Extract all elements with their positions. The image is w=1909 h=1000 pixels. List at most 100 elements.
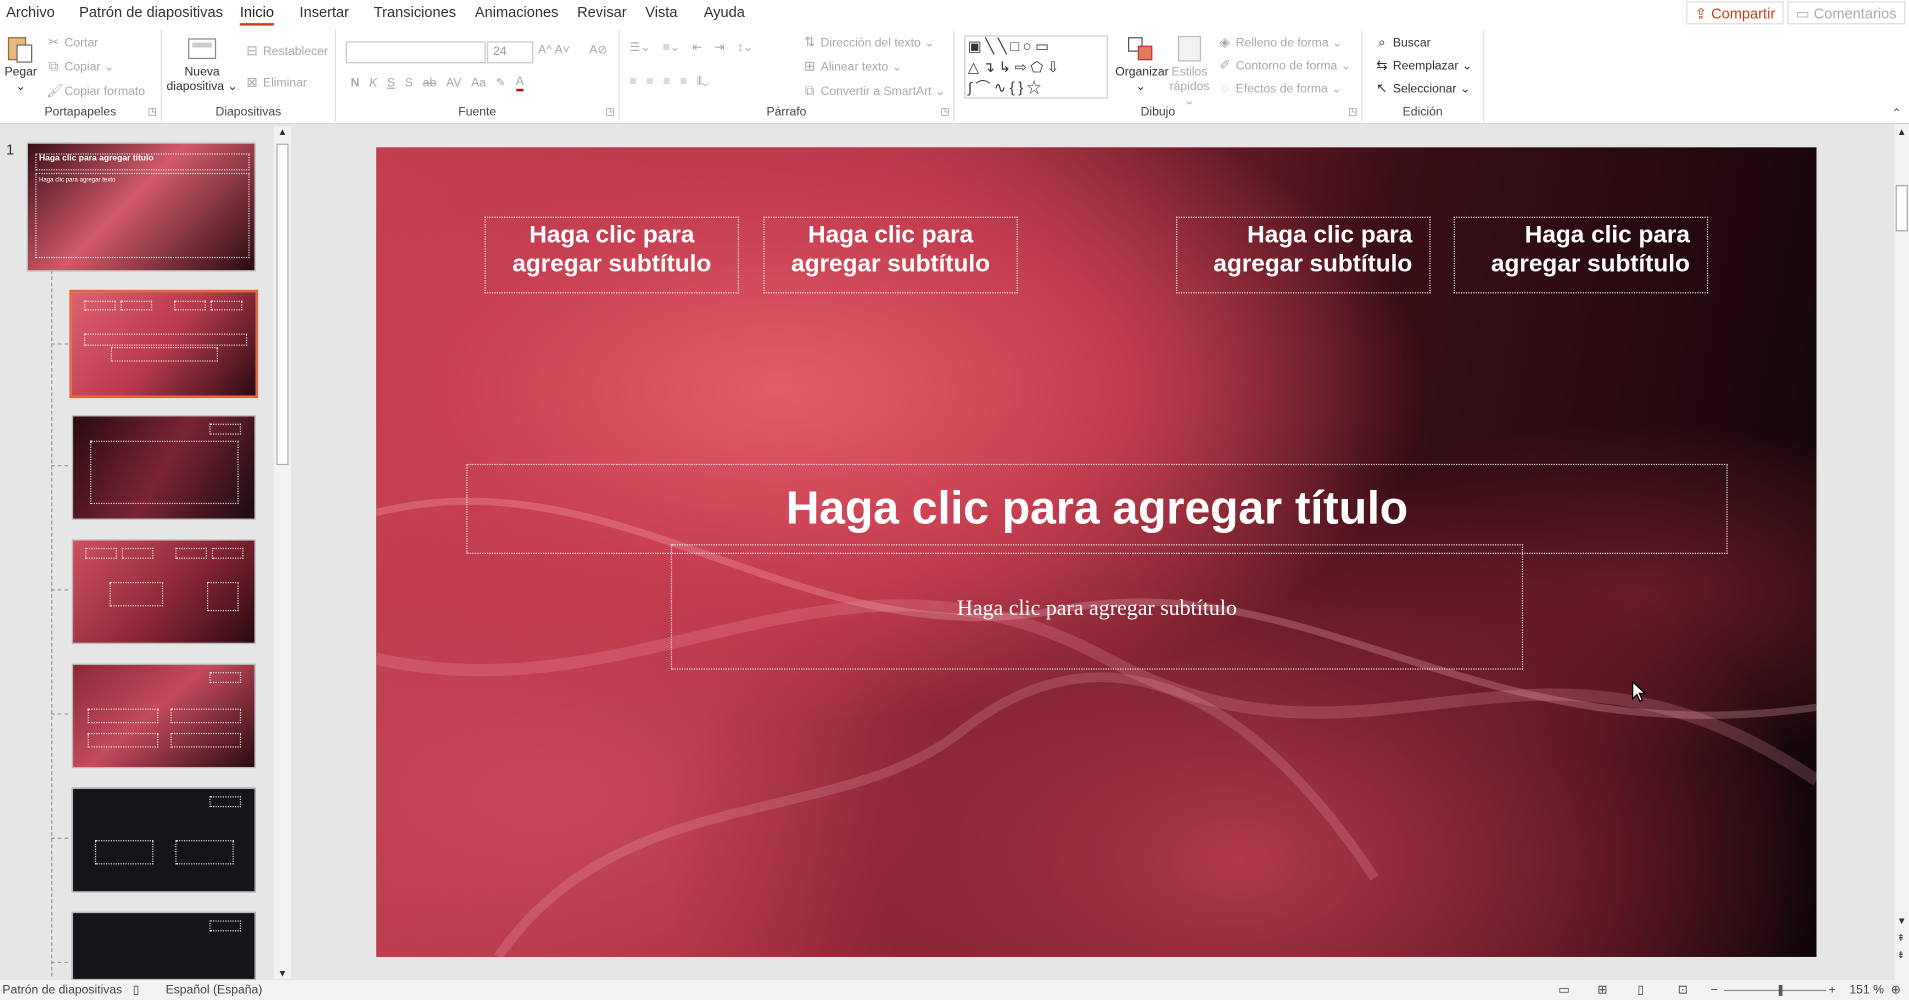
thumbnail-layout-4[interactable] xyxy=(71,663,256,769)
thumbnail-layout-6[interactable] xyxy=(71,911,256,981)
scroll-up-icon[interactable]: ▲ xyxy=(278,127,288,138)
line-spacing-icon[interactable]: ↕⌄ xyxy=(737,41,753,54)
slide-scrollbar[interactable]: ▲ ▼ ⇞ ⇟ xyxy=(1894,124,1909,981)
decrease-indent-icon[interactable]: ⇤ xyxy=(692,41,702,54)
shape-effects-button[interactable]: ◌ Efectos de forma ⌄ xyxy=(1218,82,1342,96)
layout-connector xyxy=(51,270,53,977)
shadow-button[interactable]: S xyxy=(405,77,413,90)
subtitle-placeholder-2[interactable]: Haga clic para agregar subtítulo xyxy=(763,216,1018,294)
justify-icon[interactable]: ≡ xyxy=(680,75,687,88)
comment-icon: ▭ xyxy=(1795,4,1814,22)
thumbnail-layout-5[interactable] xyxy=(71,787,256,893)
scroll-down-icon[interactable]: ▼ xyxy=(278,968,288,979)
tab-ayuda[interactable]: Ayuda xyxy=(704,4,745,21)
find-button[interactable]: ⌕ Buscar xyxy=(1375,36,1431,50)
reset-button[interactable]: ⊟ Restablecer xyxy=(245,44,328,58)
text-direction-button[interactable]: ⇅ Dirección del texto ⌄ xyxy=(802,36,935,50)
tab-archivo[interactable]: Archivo xyxy=(6,4,55,21)
font-name-input[interactable] xyxy=(345,41,486,64)
accessibility-icon[interactable]: ▯ xyxy=(133,984,140,997)
tab-patron[interactable]: Patrón de diapositivas xyxy=(79,4,223,21)
vscroll-down-icon[interactable]: ▼ xyxy=(1897,916,1907,927)
bullets-icon[interactable]: ☰⌄ xyxy=(629,41,650,54)
next-slide-icon[interactable]: ⇟ xyxy=(1897,950,1905,961)
tab-inicio[interactable]: Inicio xyxy=(239,4,274,26)
paste-button[interactable]: Pegar ⌄ xyxy=(4,34,38,95)
slideshow-icon[interactable]: ⊡ xyxy=(1678,984,1688,997)
zoom-level[interactable]: 151 % xyxy=(1849,984,1884,997)
quick-styles-button[interactable]: Estilos rápidos ⌄ xyxy=(1169,34,1210,109)
arrange-button[interactable]: Organizar ⌄ xyxy=(1115,34,1169,95)
cut-button[interactable]: ✂ Cortar xyxy=(46,36,98,50)
main-subtitle-placeholder[interactable]: Haga clic para agregar subtítulo xyxy=(670,544,1524,670)
shape-outline-button[interactable]: ✐ Contorno de forma ⌄ xyxy=(1218,59,1351,73)
scroll-thumb[interactable] xyxy=(276,143,289,466)
tab-vista[interactable]: Vista xyxy=(645,4,677,21)
align-right-icon[interactable]: ≡ xyxy=(663,75,670,88)
char-spacing-button[interactable]: AV xyxy=(446,77,461,90)
align-left-icon[interactable]: ≡ xyxy=(629,75,636,88)
clipboard-launcher-icon[interactable]: ◳ xyxy=(148,106,157,117)
underline-button[interactable]: S xyxy=(387,77,395,90)
language-label[interactable]: Español (España) xyxy=(166,984,263,997)
clear-format-button[interactable]: A⊘ xyxy=(589,44,607,57)
tab-animaciones[interactable]: Animaciones xyxy=(475,4,559,21)
bold-button[interactable]: N xyxy=(351,77,360,90)
font-size-input[interactable]: 24 xyxy=(487,41,534,64)
columns-icon[interactable]: ⫴⌄ xyxy=(697,75,709,88)
delete-slide-button[interactable]: ⊠ Eliminar xyxy=(245,76,307,90)
paragraph-launcher-icon[interactable]: ◳ xyxy=(940,106,949,117)
smartart-button[interactable]: ⧉ Convertir a SmartArt ⌄ xyxy=(802,85,946,99)
numbering-icon[interactable]: ≡⌄ xyxy=(663,41,680,54)
shapes-gallery[interactable]: ▣╲╲□○▭ △↴↳⇨⬠⇩ ∫⌒∿{}☆ xyxy=(964,35,1108,99)
copy-button[interactable]: ⧉ Copiar ⌄ xyxy=(46,60,114,74)
thumbnail-layout-2[interactable] xyxy=(71,415,256,520)
select-button[interactable]: ↖ Seleccionar ⌄ xyxy=(1375,82,1470,96)
thumb-ph xyxy=(85,547,117,559)
share-icon: ⇪ xyxy=(1694,4,1712,22)
change-case-button[interactable]: Aa xyxy=(471,77,486,90)
zoom-slider-thumb[interactable] xyxy=(1778,984,1783,996)
thumbnail-scrollbar[interactable]: ▲ ▼ xyxy=(273,126,291,979)
slide-sorter-icon[interactable]: ⊞ xyxy=(1597,984,1607,997)
align-text-button[interactable]: ⊞ Alinear texto ⌄ xyxy=(802,60,902,74)
font-color-icon[interactable]: A xyxy=(515,75,524,92)
format-painter-button[interactable]: 🖌 Copiar formato xyxy=(46,85,145,99)
drawing-launcher-icon[interactable]: ◳ xyxy=(1348,106,1357,117)
editing-group: ⌕ Buscar ⇆ Reemplazar ⌄ ↖ Seleccionar ⌄ Edi… xyxy=(1362,29,1485,122)
collapse-ribbon-icon[interactable]: ⌃ xyxy=(1892,107,1902,120)
new-slide-button[interactable]: Nueva diapositiva ⌄ xyxy=(166,34,239,95)
fit-slide-icon[interactable]: ⊕ xyxy=(1891,984,1901,997)
shape-fill-button[interactable]: ◈ Relleno de forma ⌄ xyxy=(1218,36,1343,50)
font-launcher-icon[interactable]: ◳ xyxy=(606,106,615,117)
font-grow-button[interactable]: A^ A˅ xyxy=(538,44,570,57)
prev-slide-icon[interactable]: ⇞ xyxy=(1897,933,1905,944)
tab-transiciones[interactable]: Transiciones xyxy=(374,4,456,21)
thumbnail-layout-title[interactable] xyxy=(69,289,259,399)
align-center-icon[interactable]: ≡ xyxy=(646,75,653,88)
tab-insertar[interactable]: Insertar xyxy=(300,4,350,21)
slide[interactable]: Haga clic para agregar subtítulo Haga cl… xyxy=(376,147,1817,957)
replace-button[interactable]: ⇆ Reemplazar ⌄ xyxy=(1375,59,1472,73)
subtitle-placeholder-1[interactable]: Haga clic para agregar subtítulo xyxy=(484,216,740,294)
title-placeholder[interactable]: Haga clic para agregar título xyxy=(466,463,1728,554)
zoom-slider[interactable] xyxy=(1723,989,1827,992)
zoom-out-icon[interactable]: − xyxy=(1711,984,1718,997)
subtitle-placeholder-3[interactable]: Haga clic para agregar subtítulo xyxy=(1176,216,1431,294)
highlight-icon[interactable]: ✎ xyxy=(496,77,506,90)
thumbnail-master[interactable]: Haga clic para agregar título Haga clic … xyxy=(26,142,256,272)
subtitle-placeholder-4[interactable]: Haga clic para agregar subtítulo xyxy=(1453,216,1709,294)
vscroll-thumb[interactable] xyxy=(1895,185,1908,232)
thumbnail-layout-3[interactable] xyxy=(71,539,256,645)
zoom-in-icon[interactable]: + xyxy=(1829,984,1836,997)
italic-button[interactable]: K xyxy=(369,77,377,90)
connector xyxy=(51,961,69,964)
normal-view-icon[interactable]: ▭ xyxy=(1558,984,1570,997)
comments-button[interactable]: ▭ Comentarios xyxy=(1787,1,1906,25)
share-button[interactable]: ⇪ Compartir xyxy=(1686,1,1784,25)
reading-view-icon[interactable]: ▯ xyxy=(1638,984,1645,997)
tab-revisar[interactable]: Revisar xyxy=(577,4,627,21)
strikethrough-button[interactable]: ab xyxy=(423,77,437,90)
increase-indent-icon[interactable]: ⇥ xyxy=(715,41,725,54)
vscroll-up-icon[interactable]: ▲ xyxy=(1897,127,1907,138)
